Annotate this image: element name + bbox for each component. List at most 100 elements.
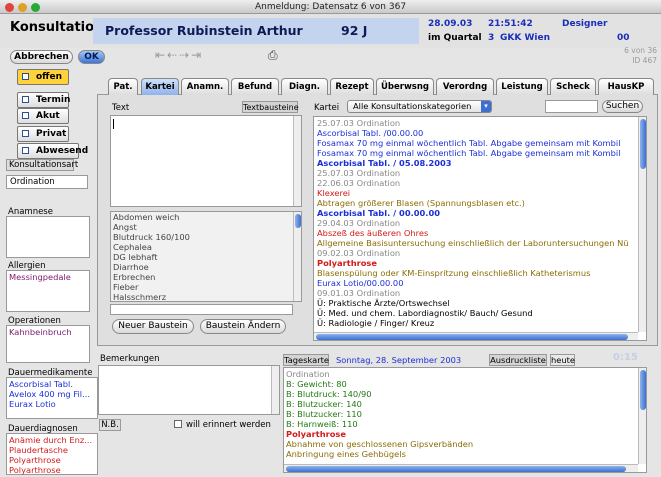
kartei-hscrollbar[interactable] — [314, 332, 638, 340]
entry-line[interactable]: Fosamax 70 mg einmal wöchentlich Tabl. A… — [317, 138, 643, 148]
entry-line[interactable]: Allgemeine Basisuntersuchung einschließl… — [317, 238, 643, 248]
tab-leistung[interactable]: Leistung — [496, 78, 548, 95]
entry-line[interactable]: B: Blutdruck: 140/90 — [286, 389, 644, 399]
entry-line[interactable]: Polyarthrose — [317, 258, 643, 268]
entry-line[interactable]: Ü: Radiologie / Finger/ Kreuz — [317, 318, 643, 328]
entry-line[interactable]: 25.07.03 Ordination — [317, 168, 643, 178]
kartei-hscroll-thumb[interactable] — [316, 334, 628, 340]
tageskarte-vscroll-thumb[interactable] — [640, 370, 646, 410]
tab-diagn[interactable]: Diagn. — [281, 78, 328, 95]
close-window-button[interactable] — [5, 3, 14, 12]
ok-button[interactable]: OK — [78, 50, 105, 64]
baustein-item[interactable]: Fieber — [113, 282, 301, 292]
baustein-item[interactable]: Diarrhoe — [113, 262, 301, 272]
nav-arrows-icon[interactable]: ⇤⇠⇢⇥ — [155, 48, 203, 62]
bausteine-list[interactable]: Abdomen weich Angst Blutdruck 160/100 Ce… — [110, 211, 302, 302]
entry-line[interactable]: B: Blutzucker: 140 — [286, 399, 644, 409]
entry-line[interactable]: 09.02.03 Ordination — [317, 248, 643, 258]
category-select[interactable]: Alle Konsultationskategorien ▾ — [347, 100, 492, 113]
entry-line[interactable]: Abszeß des äußeren Ohres — [317, 228, 643, 238]
anamnese-field[interactable] — [6, 216, 90, 258]
entry-line[interactable]: Polyarthrose — [286, 429, 644, 439]
kartei-vscroll-thumb[interactable] — [640, 119, 646, 169]
tageskarte-hscroll-thumb[interactable] — [286, 466, 626, 472]
baustein-item[interactable]: Blutdruck 160/100 — [113, 232, 301, 242]
offen-button[interactable]: offen — [17, 69, 69, 85]
allergien-list[interactable]: Messingpedale — [6, 270, 90, 312]
entry-line[interactable]: Klexerei — [317, 188, 643, 198]
entry-line[interactable]: Eurax Lotio/00.00.00 — [317, 278, 643, 288]
text-input[interactable] — [110, 115, 302, 207]
privat-checkbox[interactable] — [22, 130, 29, 137]
entry-line[interactable]: Ordination — [286, 369, 644, 379]
minimize-window-button[interactable] — [18, 3, 27, 12]
tab-rezept[interactable]: Rezept — [330, 78, 374, 95]
tab-kartei[interactable]: Kartei — [141, 78, 179, 95]
bemerkungen-field[interactable] — [98, 365, 280, 415]
entry-line[interactable]: 09.01.03 Ordination — [317, 288, 643, 298]
print-list-button[interactable]: Ausdruckliste — [489, 354, 547, 366]
entry-line[interactable]: Ascorbisal Tabl. / 00.00.00 — [317, 208, 643, 218]
dauerdiagnosen-list[interactable]: Anämie durch Enz... Plaudertasche Polyar… — [6, 433, 98, 475]
remember-checkbox[interactable] — [174, 420, 182, 428]
entry-line[interactable]: Abnahme von geschlossenen Gipsverbänden — [286, 439, 644, 449]
tab-hauskp[interactable]: HausKP — [598, 78, 654, 95]
termin-checkbox[interactable] — [22, 96, 29, 103]
bemerkungen-scrollbar[interactable] — [271, 366, 279, 414]
konsultationsart-field[interactable]: Ordination — [6, 175, 88, 189]
textbausteine-button[interactable]: Textbausteine — [242, 101, 299, 113]
entry-line[interactable]: B: Gewicht: 80 — [286, 379, 644, 389]
tab-pat[interactable]: Pat. — [108, 78, 138, 95]
baustein-item[interactable]: Angst — [113, 222, 301, 232]
dauermedikamente-list[interactable]: Ascorbisal Tabl. Avelox 400 mg Fil... Eu… — [6, 377, 98, 419]
operationen-list[interactable]: Kahnbeinbruch — [6, 325, 90, 363]
tab-scheck[interactable]: Scheck — [550, 78, 596, 95]
privat-button[interactable]: Privat — [17, 126, 69, 142]
kartei-vscrollbar[interactable] — [638, 117, 646, 332]
abwesend-checkbox[interactable] — [22, 147, 29, 154]
baustein-item[interactable]: Erbrechen — [113, 272, 301, 282]
baustein-item[interactable]: Abdomen weich — [113, 212, 301, 222]
baustein-item[interactable]: Halsschmerz — [113, 292, 301, 301]
entry-line[interactable]: Ascorbisal Tabl. /00.00.00 — [317, 128, 643, 138]
entry-line[interactable]: B: Harnweiß: 110 — [286, 419, 644, 429]
entry-line[interactable]: 29.04.03 Ordination — [317, 218, 643, 228]
baustein-input[interactable] — [110, 304, 293, 315]
today-button[interactable]: heute — [550, 354, 575, 366]
tageskarte-list[interactable]: Ordination B: Gewicht: 80 B: Blutdruck: 14… — [283, 367, 647, 473]
tab-verordng[interactable]: Verordng — [436, 78, 494, 95]
search-input[interactable] — [545, 100, 598, 113]
entry-line[interactable]: Abtragen größerer Blasen (Spannungsblase… — [317, 198, 643, 208]
abwesend-button[interactable]: Abwesend — [17, 143, 88, 159]
zoom-window-button[interactable] — [31, 3, 40, 12]
search-button[interactable]: Suchen — [602, 100, 643, 113]
termin-button[interactable]: Termin — [17, 92, 70, 108]
bausteine-scrollbar[interactable] — [293, 212, 301, 301]
entry-line[interactable]: Ü: Med. und chem. Labordiagnostik/ Bauch… — [317, 308, 643, 318]
cancel-button[interactable]: Abbrechen — [10, 50, 73, 64]
offen-checkbox[interactable] — [22, 73, 29, 80]
entry-line[interactable]: B: Blutzucker: 110 — [286, 409, 644, 419]
tab-ueberwsng[interactable]: Überwsng — [376, 78, 434, 95]
patient-banner[interactable]: Professor Rubinstein Arthur 92 J — [93, 18, 419, 44]
akut-button[interactable]: Akut — [17, 108, 69, 124]
bausteine-scroll-thumb[interactable] — [295, 214, 301, 228]
entry-line[interactable]: 22.06.03 Ordination — [317, 178, 643, 188]
entry-line[interactable]: Ascorbisal Tabl. / 05.08.2003 — [317, 158, 643, 168]
akut-checkbox[interactable] — [22, 112, 29, 119]
tab-befund[interactable]: Befund — [231, 78, 279, 95]
new-baustein-button[interactable]: Neuer Baustein — [112, 319, 194, 334]
tageskarte-hscrollbar[interactable] — [284, 464, 638, 472]
entry-line[interactable]: 25.07.03 Ordination — [317, 118, 643, 128]
entry-line[interactable]: Ü: Praktische Ärzte/Ortswechsel — [317, 298, 643, 308]
baustein-item[interactable]: DG lebhaft — [113, 252, 301, 262]
tab-anamn[interactable]: Anamn. — [181, 78, 229, 95]
printer-icon[interactable]: ⎙ — [268, 48, 278, 63]
entry-line[interactable]: Fosamax 70 mg einmal wöchentlich Tabl. A… — [317, 148, 643, 158]
entry-line[interactable]: Blasenspülung oder KM-Einspritzung einsc… — [317, 268, 643, 278]
text-scrollbar[interactable] — [293, 116, 301, 206]
entry-line[interactable]: Anbringung eines Gehbügels — [286, 449, 644, 459]
baustein-item[interactable]: Cephalea — [113, 242, 301, 252]
tageskarte-vscrollbar[interactable] — [638, 368, 646, 464]
kartei-list[interactable]: 25.07.03 Ordination Ascorbisal Tabl. /00.… — [313, 116, 647, 341]
